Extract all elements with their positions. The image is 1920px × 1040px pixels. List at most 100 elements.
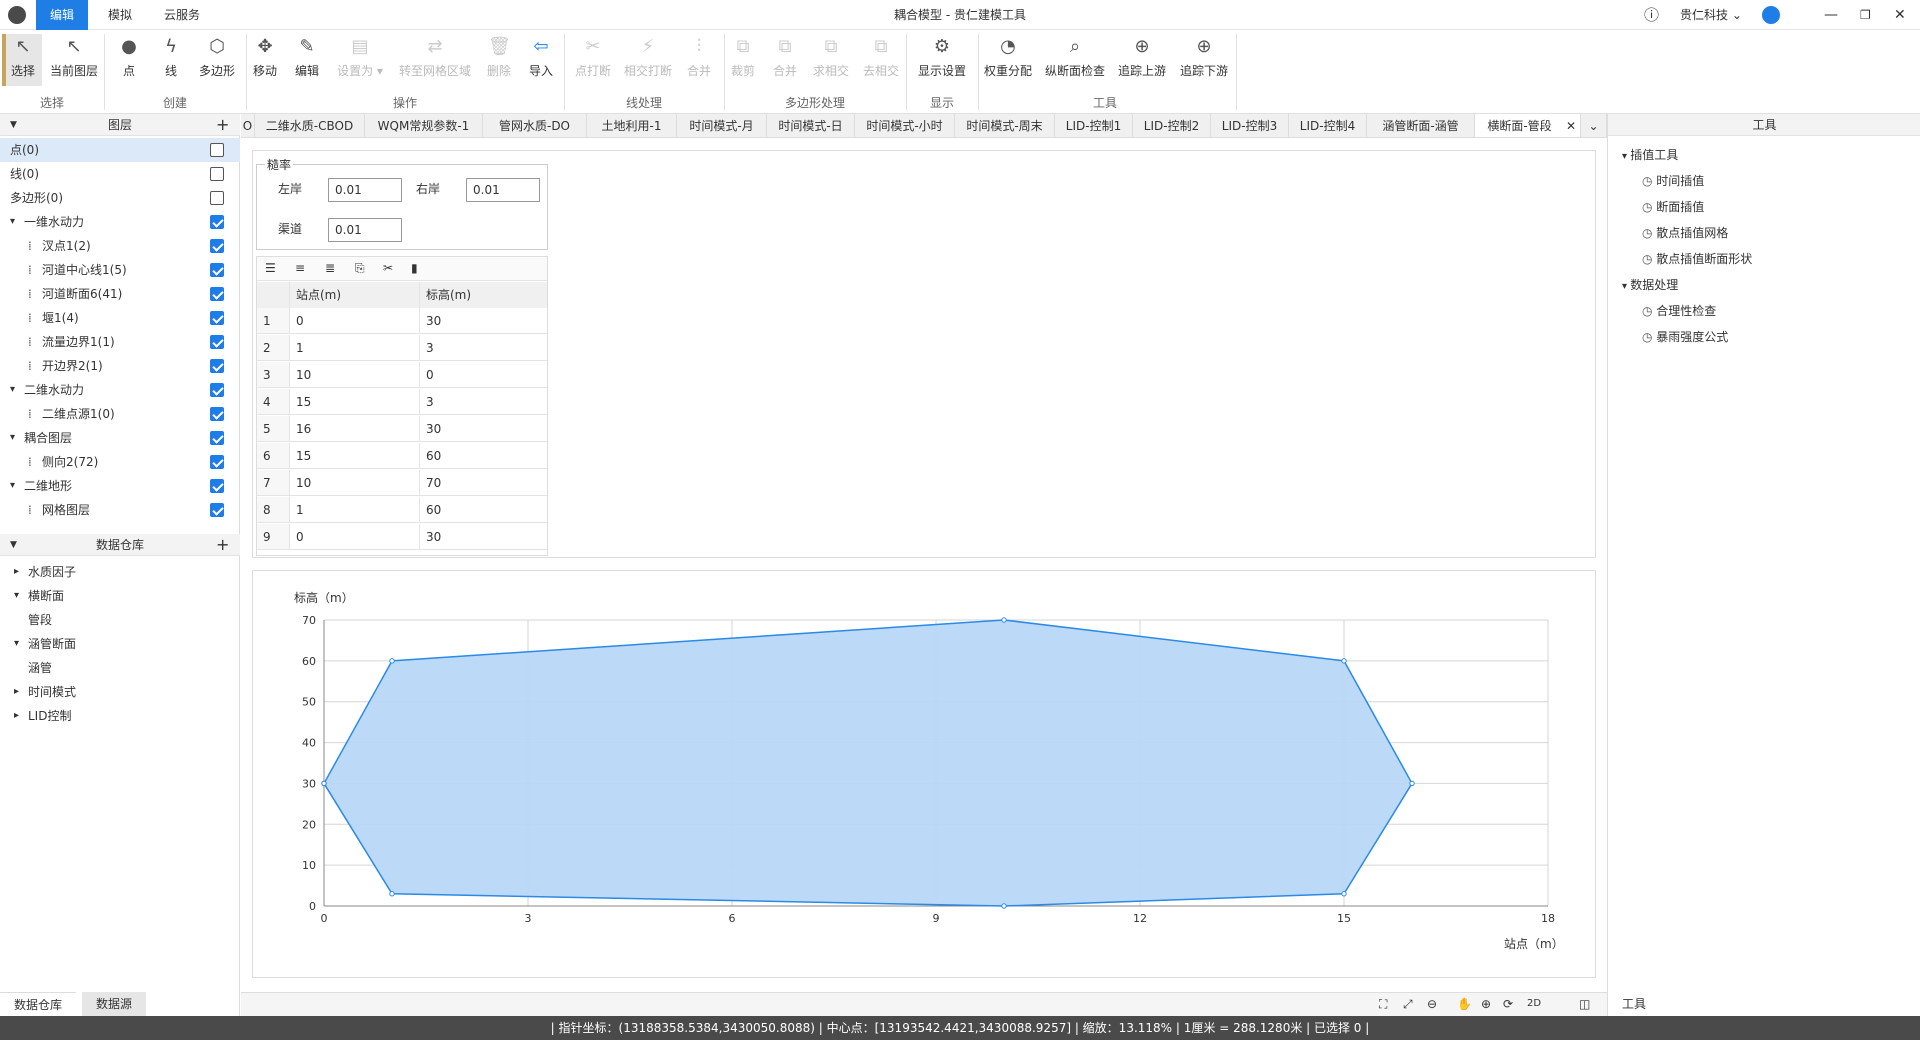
elevation-cell[interactable]: 60	[419, 443, 547, 469]
warehouse-item[interactable]: ▾ 涵管断面	[0, 632, 240, 656]
warehouse-item[interactable]: 涵管	[0, 656, 240, 680]
document-tab[interactable]: 土地利用-1	[587, 114, 677, 137]
warehouse-item[interactable]: ▾ 横断面	[0, 584, 240, 608]
clip-button[interactable]: ⧉ 裁剪	[720, 36, 766, 79]
menu-cloud[interactable]: 云服务	[150, 0, 214, 30]
document-tab[interactable]: 时间模式-小时	[855, 114, 955, 137]
document-tab[interactable]: 管网水质-DO	[483, 114, 587, 137]
data-point[interactable]	[1409, 780, 1415, 787]
document-tab[interactable]: O	[241, 114, 255, 137]
collapse-icon[interactable]: ▼	[10, 114, 17, 136]
station-cell[interactable]: 0	[289, 308, 419, 334]
tool-item[interactable]: ◷ 时间插值	[1642, 170, 1704, 192]
station-cell[interactable]: 1	[289, 335, 419, 361]
trace-upstream-button[interactable]: ⊕ 追踪上游	[1114, 36, 1170, 79]
layer-item[interactable]: 开边界2(1) ⁞	[0, 354, 240, 378]
right-bank-input[interactable]: 0.01	[466, 178, 540, 202]
layer-visibility-checkbox[interactable]	[210, 359, 224, 373]
elevation-cell[interactable]: 30	[419, 308, 547, 334]
help-icon[interactable]: ⓘ	[1644, 0, 1659, 30]
document-tab[interactable]: 横断面-管段 ✕	[1475, 114, 1581, 137]
station-cell[interactable]: 10	[289, 470, 419, 496]
warehouse-item[interactable]: ▸ 时间模式	[0, 680, 240, 704]
line-merge-button[interactable]: ⫶ 合并	[676, 36, 722, 79]
tool-item[interactable]: ◷ 散点插值网格	[1642, 222, 1728, 244]
layer-item[interactable]: 流量边界1(1) ⁞	[0, 330, 240, 354]
zoom-in-icon[interactable]: ⊕	[1481, 997, 1491, 1011]
close-tab-icon[interactable]: ✕	[1566, 114, 1576, 137]
layer-item[interactable]: ▾ 耦合图层	[0, 426, 240, 450]
channel-input[interactable]: 0.01	[328, 218, 402, 242]
refresh-icon[interactable]: ⟳	[1503, 997, 1513, 1011]
layer-item[interactable]: ▾ 二维地形	[0, 474, 240, 498]
tool-group-header[interactable]: ▾ 插值工具	[1622, 144, 1678, 166]
remove-intersect-button[interactable]: ⧉ 去相交	[858, 36, 904, 79]
add-data-icon[interactable]: +	[216, 534, 229, 556]
layer-visibility-checkbox[interactable]	[210, 239, 224, 253]
tab-data-source[interactable]: 数据源	[82, 992, 147, 1016]
tool-item[interactable]: ◷ 断面插值	[1642, 196, 1704, 218]
zoom-out-icon[interactable]: ⊖	[1427, 997, 1437, 1011]
layer-item[interactable]: 二维点源1(0) ⁞	[0, 402, 240, 426]
expand-arrow-icon[interactable]: ▾	[14, 632, 19, 656]
elevation-cell[interactable]: 70	[419, 470, 547, 496]
document-tab[interactable]: WQM常规参数-1	[365, 114, 483, 137]
document-tab[interactable]: LID-控制3	[1211, 114, 1289, 137]
layer-item[interactable]: 多边形(0)	[0, 186, 240, 210]
pan-hand-icon[interactable]: ✋	[1457, 997, 1472, 1011]
layer-item[interactable]: 堰1(4) ⁞	[0, 306, 240, 330]
polygon-tool-button[interactable]: ⬡ 多边形	[194, 36, 240, 79]
user-avatar-icon[interactable]	[1762, 6, 1780, 24]
layer-visibility-checkbox[interactable]	[210, 503, 224, 517]
layer-item[interactable]: 汊点1(2) ⁞	[0, 234, 240, 258]
tab-overflow-dropdown[interactable]: ⌄	[1581, 114, 1607, 137]
minimize-icon[interactable]: —	[1824, 0, 1838, 30]
elevation-cell[interactable]: 60	[419, 497, 547, 523]
tool-item[interactable]: ◷ 散点插值断面形状	[1642, 248, 1752, 270]
polygon-merge-button[interactable]: ⧉ 合并	[762, 36, 808, 79]
data-point[interactable]	[389, 891, 395, 897]
station-cell[interactable]: 0	[289, 524, 419, 550]
expand-arrow-icon[interactable]: ▾	[10, 378, 15, 402]
menu-simulate[interactable]: 模拟	[94, 0, 146, 30]
trace-downstream-button[interactable]: ⊕ 追踪下游	[1176, 36, 1232, 79]
insert-row-icon[interactable]: ≡	[295, 261, 305, 275]
expand-arrow-icon[interactable]: ▾	[10, 474, 15, 498]
layer-visibility-checkbox[interactable]	[210, 383, 224, 397]
document-tab[interactable]: 时间模式-月	[677, 114, 767, 137]
collapsed-arrow-icon[interactable]: ▸	[14, 680, 19, 704]
station-cell[interactable]: 16	[289, 416, 419, 442]
collapsed-arrow-icon[interactable]: ▸	[14, 704, 19, 728]
data-point[interactable]	[1341, 658, 1347, 664]
layer-visibility-checkbox[interactable]	[210, 455, 224, 469]
select-tool-button[interactable]: ↖ 选择	[0, 36, 46, 79]
elevation-cell[interactable]: 30	[419, 524, 547, 550]
document-tab[interactable]: 时间模式-日	[767, 114, 855, 137]
header-station[interactable]: 站点(m)	[289, 282, 419, 308]
warehouse-item[interactable]: ▸ LID控制	[0, 704, 240, 728]
collapsed-arrow-icon[interactable]: ▸	[14, 560, 19, 584]
mode-2d-toggle[interactable]: 2D	[1527, 998, 1541, 1009]
move-button[interactable]: ✥ 移动	[242, 36, 288, 79]
layer-item[interactable]: 点(0)	[0, 138, 240, 162]
document-tab[interactable]: 二维水质-CBOD	[255, 114, 365, 137]
data-point[interactable]	[1341, 891, 1347, 897]
data-point[interactable]	[1001, 617, 1007, 623]
cross-section-chart[interactable]: 0 3 6 9 12 15 18 0 10 20 30 40 50 60 70 标高（m） 站点（m）	[252, 570, 1596, 978]
import-button[interactable]: ⇦ 导入	[518, 36, 564, 79]
data-point[interactable]	[321, 780, 327, 787]
tool-item[interactable]: ◷ 暴雨强度公式	[1642, 326, 1728, 348]
layer-item[interactable]: 河道断面6(41) ⁞	[0, 282, 240, 306]
cut-icon[interactable]: ✂	[383, 261, 393, 275]
layer-visibility-checkbox[interactable]	[210, 407, 224, 421]
document-tab[interactable]: LID-控制1	[1055, 114, 1133, 137]
copy-icon[interactable]: ⎘	[355, 261, 365, 276]
layer-item[interactable]: 侧向2(72) ⁞	[0, 450, 240, 474]
split-view-icon[interactable]: ◫	[1579, 997, 1590, 1011]
layer-item[interactable]: 网格图层 ⁞	[0, 498, 240, 522]
elevation-cell[interactable]: 3	[419, 389, 547, 415]
paste-icon[interactable]: ▮	[411, 261, 418, 275]
display-settings-button[interactable]: ⚙ 显示设置	[914, 36, 970, 79]
menu-edit[interactable]: 编辑	[36, 0, 89, 30]
tool-group-header[interactable]: ▾ 数据处理	[1622, 274, 1678, 296]
